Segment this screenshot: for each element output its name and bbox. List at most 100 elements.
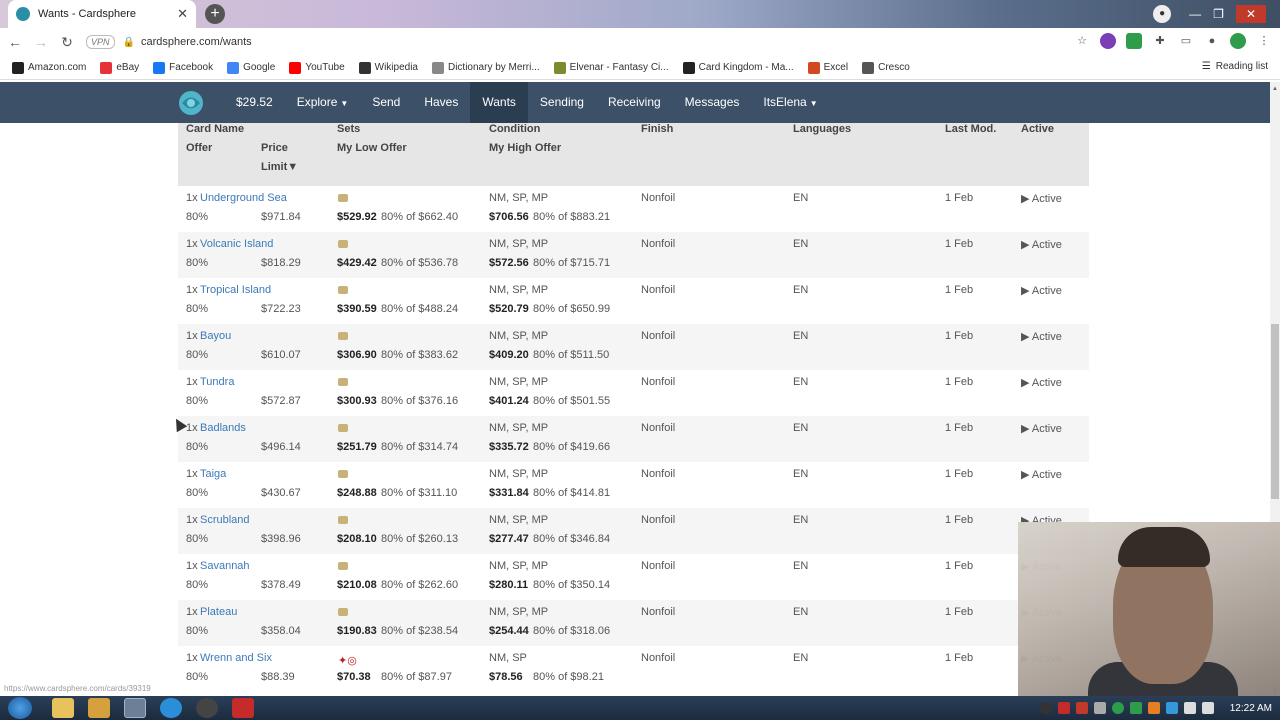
row-active-toggle[interactable]: ▶ Active — [1021, 192, 1062, 205]
tray-icon[interactable] — [1111, 702, 1124, 714]
nav-wants[interactable]: Wants — [470, 82, 528, 123]
account-icon[interactable]: ● — [1204, 33, 1220, 49]
card-name-link[interactable]: Taiga — [200, 468, 226, 480]
file-explorer-icon[interactable] — [52, 698, 74, 718]
bookmark-item[interactable]: Google — [227, 61, 275, 74]
card-name-link[interactable]: Savannah — [200, 560, 250, 572]
cardsphere-logo-icon[interactable] — [178, 90, 204, 116]
card-name-link[interactable]: Tropical Island — [200, 284, 271, 296]
reading-list[interactable]: ☰ Reading list — [1202, 61, 1268, 72]
bookmark-item[interactable]: Excel — [807, 61, 848, 74]
set-symbol-icon[interactable] — [338, 286, 348, 294]
nav-haves[interactable]: Haves — [412, 82, 470, 123]
menu-kebab-icon[interactable]: ⋮ — [1256, 33, 1272, 49]
nav-send[interactable]: Send — [360, 82, 412, 123]
row-active-toggle[interactable]: ▶ Active — [1021, 284, 1062, 297]
header-sets[interactable]: Sets — [337, 123, 360, 135]
tray-icon[interactable] — [1129, 702, 1142, 714]
card-name-link[interactable]: Volcanic Island — [200, 238, 273, 250]
maximize-button[interactable]: ❐ — [1213, 7, 1224, 21]
card-name-link[interactable]: Badlands — [200, 422, 246, 434]
header-last-mod[interactable]: Last Mod. — [945, 123, 996, 135]
balance-link[interactable]: $29.52 — [224, 82, 285, 123]
edge-icon[interactable] — [160, 698, 182, 718]
card-name-link[interactable]: Plateau — [200, 606, 237, 618]
bookmark-item[interactable]: Facebook — [153, 61, 213, 74]
bookmark-star-icon[interactable]: ☆ — [1074, 33, 1090, 49]
row-active-toggle[interactable]: ▶ Active — [1021, 422, 1062, 435]
header-offer[interactable]: Offer — [186, 142, 212, 154]
profile-icon[interactable]: ● — [1153, 5, 1172, 23]
set-symbol-icon[interactable] — [338, 562, 348, 570]
volume-icon[interactable] — [1201, 702, 1214, 714]
row-active-toggle[interactable]: ▶ Active — [1021, 376, 1062, 389]
bookmark-item[interactable]: Elvenar - Fantasy Ci... — [553, 61, 669, 74]
shield-icon[interactable] — [1230, 33, 1246, 49]
row-active-toggle[interactable]: ▶ Active — [1021, 330, 1062, 343]
card-name-link[interactable]: Tundra — [200, 376, 234, 388]
set-symbol-icon[interactable] — [338, 424, 348, 432]
lock-icon[interactable]: 🔒 — [123, 37, 135, 48]
card-name-link[interactable]: Underground Sea — [200, 192, 287, 204]
set-symbol-icon[interactable] — [338, 470, 348, 478]
new-tab-button[interactable]: + — [205, 4, 225, 24]
bookmark-item[interactable]: Cresco — [862, 61, 910, 74]
tab-close-icon[interactable]: ✕ — [177, 6, 188, 22]
card-name-link[interactable]: Bayou — [200, 330, 231, 342]
nav-sending[interactable]: Sending — [528, 82, 596, 123]
vpn-badge[interactable]: VPN — [86, 35, 115, 49]
url-field[interactable]: cardsphere.com/wants — [141, 36, 252, 48]
obs-icon[interactable] — [196, 698, 218, 718]
bookmark-item[interactable]: Amazon.com — [12, 61, 86, 74]
set-symbol-icon[interactable] — [338, 332, 348, 340]
window-close-button[interactable]: ✕ — [1235, 5, 1266, 23]
tray-icon[interactable] — [1075, 702, 1088, 714]
set-symbol-icon[interactable]: ✦◎ — [338, 654, 357, 667]
set-symbol-icon[interactable] — [338, 516, 348, 524]
minimize-button[interactable]: — — [1189, 7, 1201, 21]
scroll-thumb[interactable] — [1271, 324, 1279, 499]
nav-user-menu[interactable]: ItsElena ▼ — [751, 82, 829, 123]
header-finish[interactable]: Finish — [641, 123, 673, 135]
scroll-up-icon[interactable]: ▲ — [1272, 86, 1278, 92]
bookmark-item[interactable]: eBay — [100, 61, 139, 74]
row-active-toggle[interactable]: ▶ Active — [1021, 238, 1062, 251]
set-symbol-icon[interactable] — [338, 194, 348, 202]
header-limit[interactable]: Limit▼ — [261, 161, 298, 173]
tray-icon[interactable] — [1093, 702, 1106, 714]
cast-icon[interactable]: ▭ — [1178, 33, 1194, 49]
header-my-low-offer[interactable]: My Low Offer — [337, 142, 407, 154]
browser-tab[interactable]: Wants - Cardsphere ✕ — [8, 0, 196, 28]
nav-explore[interactable]: Explore ▼ — [285, 82, 361, 123]
bookmark-item[interactable]: YouTube — [289, 61, 345, 74]
recorder-icon[interactable] — [232, 698, 254, 718]
app-icon[interactable] — [88, 698, 110, 718]
nav-messages[interactable]: Messages — [673, 82, 752, 123]
start-button[interactable] — [8, 697, 32, 719]
tray-icon[interactable] — [1057, 702, 1070, 714]
set-symbol-icon[interactable] — [338, 378, 348, 386]
header-card-name[interactable]: Card Name — [186, 123, 244, 135]
header-my-high-offer[interactable]: My High Offer — [489, 142, 561, 154]
reload-icon[interactable]: ↻ — [56, 34, 78, 51]
bookmark-item[interactable]: Wikipedia — [358, 61, 418, 74]
taskbar-clock[interactable]: 12:22 AM — [1230, 703, 1272, 714]
puzzle-icon[interactable]: ✚ — [1152, 33, 1168, 49]
header-languages[interactable]: Languages — [793, 123, 851, 135]
back-arrow-icon[interactable]: ← — [4, 34, 26, 50]
card-name-link[interactable]: Scrubland — [200, 514, 250, 526]
network-icon[interactable] — [1183, 702, 1196, 714]
adblock-icon[interactable] — [1126, 33, 1142, 49]
tray-icon[interactable] — [1039, 702, 1052, 714]
chrome-icon[interactable] — [124, 698, 146, 718]
set-symbol-icon[interactable] — [338, 608, 348, 616]
nav-receiving[interactable]: Receiving — [596, 82, 673, 123]
tray-icon[interactable] — [1165, 702, 1178, 714]
bookmark-item[interactable]: Dictionary by Merri... — [431, 61, 540, 74]
set-symbol-icon[interactable] — [338, 240, 348, 248]
card-name-link[interactable]: Wrenn and Six — [200, 652, 272, 664]
extension-icon[interactable] — [1100, 33, 1116, 49]
header-condition[interactable]: Condition — [489, 123, 540, 135]
bookmark-item[interactable]: Card Kingdom - Ma... — [682, 61, 794, 74]
header-price[interactable]: Price — [261, 142, 288, 154]
